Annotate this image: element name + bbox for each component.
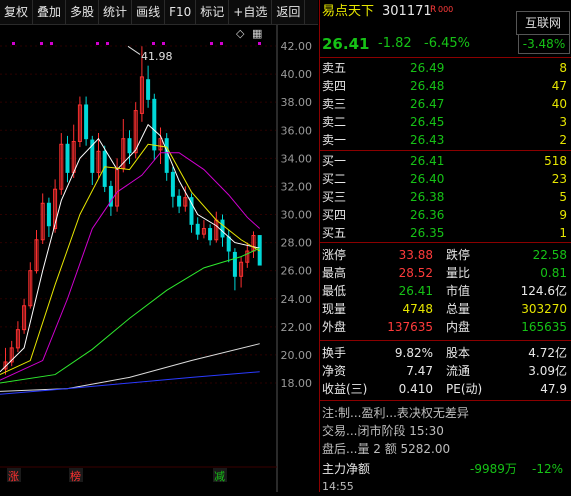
- ma10-line: [0, 143, 260, 376]
- quote-panel: 易点天下 301171 R 000 互联网 26.41 -1.82 -6.45%…: [320, 0, 571, 493]
- toolbar-btn-7[interactable]: +自选: [229, 0, 273, 24]
- stock-name: 易点天下: [322, 4, 375, 19]
- ma120-line: [0, 343, 260, 392]
- current-price: 26.41: [322, 35, 370, 53]
- signal-marker: [50, 42, 53, 45]
- price-tick-label: 24.00: [281, 293, 313, 306]
- sector-name[interactable]: 互联网: [516, 11, 570, 35]
- bids-row-1: 买二 26.40 23: [322, 172, 567, 186]
- price-change: -1.82: [378, 36, 412, 51]
- price-tick-label: 30.00: [281, 209, 313, 222]
- candle-body: [152, 98, 157, 151]
- toolbar-btn-8[interactable]: 返回: [272, 0, 306, 24]
- price-line: 26.41 -1.82 -6.45% -3.48%: [320, 35, 571, 55]
- signal-marker: [40, 42, 43, 45]
- price-tick-label: 22.00: [281, 321, 313, 334]
- toolbar-btn-1[interactable]: 叠加: [33, 0, 67, 24]
- stat-row-4: 外盘 137635 内盘 165635: [322, 320, 567, 334]
- signal-marker: [96, 42, 99, 45]
- tick-row: 14:55: [322, 480, 354, 493]
- bids-row-2: 买三 26.38 5: [322, 190, 567, 204]
- max-price-label: 41.98: [141, 50, 173, 63]
- chart-toolbar: 复权 叠加 多股 统计 画线 F10 标记 +自选 返回: [0, 0, 318, 25]
- price-tick-label: 36.00: [281, 124, 313, 137]
- price-tick-label: 26.00: [281, 265, 313, 278]
- stat2-row-1: 净资 7.47 流通 3.09亿: [322, 364, 567, 378]
- stock-tag: R: [430, 5, 437, 15]
- candle-body: [127, 138, 132, 154]
- note-line-3: 盘后...量 2 额 5282.00: [322, 442, 451, 456]
- toolbar-btn-4[interactable]: 画线: [132, 0, 166, 24]
- bids-row-4: 买五 26.35 1: [322, 226, 567, 240]
- candle-body: [84, 104, 89, 140]
- toolbar-btn-3[interactable]: 统计: [99, 0, 133, 24]
- signal-marker: [210, 42, 213, 45]
- main-flow-row: 主力净额 -9989万 -12%: [322, 462, 564, 476]
- candle-body: [170, 171, 175, 197]
- candle-body: [146, 79, 151, 100]
- candle-body: [177, 195, 182, 207]
- note-line-2: 交易...闭市阶段 15:30: [322, 424, 444, 438]
- candle-body: [46, 202, 51, 227]
- price-tick-label: 32.00: [281, 180, 313, 193]
- bottom-marker-0: 涨: [8, 470, 19, 483]
- toolbar-btn-5[interactable]: F10: [165, 0, 197, 24]
- price-tick-label: 20.00: [281, 349, 313, 362]
- price-change-pct: -6.45%: [424, 36, 470, 51]
- ma20-line: [0, 152, 261, 381]
- signal-marker: [220, 42, 223, 45]
- diamond-icon: ◇: [236, 27, 245, 40]
- sector-pct: -3.48%: [518, 35, 570, 54]
- signal-marker: [162, 42, 165, 45]
- candle-body: [208, 228, 213, 241]
- stat2-row-0: 换手 9.82% 股本 4.72亿: [322, 346, 567, 360]
- signal-marker: [258, 42, 261, 45]
- stat-row-2: 最低 26.41 市值 124.6亿: [322, 284, 567, 298]
- stat2-row-2: 收益(三) 0.410 PE(动) 47.9: [322, 382, 567, 396]
- signal-marker: [106, 42, 109, 45]
- price-tick-label: 38.00: [281, 96, 313, 109]
- grid-icon: ▦: [252, 27, 262, 40]
- stock-code: 301171: [382, 4, 432, 19]
- candle-body: [226, 236, 231, 252]
- bids-row-3: 买四 26.36 9: [322, 208, 567, 222]
- price-tick-label: 28.00: [281, 237, 313, 250]
- note-line-1: 注:制...盈利...表决权无差异: [322, 406, 469, 420]
- price-tick-label: 34.00: [281, 152, 313, 165]
- stat-row-1: 最高 28.52 量比 0.81: [322, 266, 567, 280]
- bottom-marker-1: 榜: [70, 469, 81, 483]
- asks-row-4: 卖一 26.43 2: [322, 133, 567, 147]
- stat-row-0: 涨停 33.88 跌停 22.58: [322, 248, 567, 262]
- stock-tag-2: 000: [438, 5, 454, 14]
- candle-body: [65, 143, 70, 173]
- asks-row-1: 卖四 26.48 47: [322, 79, 567, 93]
- price-tick-label: 42.00: [281, 40, 313, 53]
- candle-body: [232, 251, 237, 277]
- asks-row-3: 卖二 26.45 3: [322, 115, 567, 129]
- bottom-marker-2: 减: [214, 470, 225, 483]
- toolbar-btn-0[interactable]: 复权: [0, 0, 34, 24]
- asks-row-2: 卖三 26.47 40: [322, 97, 567, 111]
- toolbar-btn-6[interactable]: 标记: [196, 0, 230, 24]
- signal-marker: [152, 42, 155, 45]
- candle-body: [164, 138, 169, 173]
- kline-chart[interactable]: 42.00 40.00 38.00 36.00 34.00 32.00 30.00 28.00…: [0, 25, 318, 492]
- signal-marker: [12, 42, 15, 45]
- candle-body: [195, 223, 200, 235]
- price-tick-label: 18.00: [281, 377, 313, 390]
- toolbar-btn-2[interactable]: 多股: [66, 0, 100, 24]
- stat-row-3: 现量 4748 总量 303270: [322, 302, 567, 316]
- candle-body: [220, 219, 225, 238]
- asks-row-0: 卖五 26.49 8: [322, 61, 567, 75]
- bids-row-0: 买一 26.41 518: [322, 154, 567, 168]
- stock-header: 易点天下 301171 R 000 互联网: [320, 3, 571, 35]
- max-pointer: [127, 45, 141, 55]
- price-tick-label: 40.00: [281, 68, 313, 81]
